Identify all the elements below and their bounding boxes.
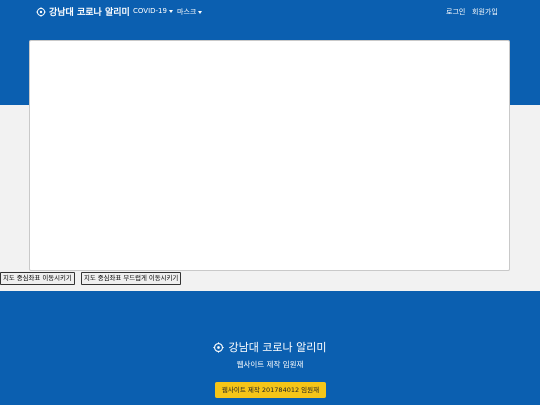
virus-icon: [36, 6, 46, 17]
map-container[interactable]: [29, 40, 510, 271]
login-link[interactable]: 로그인: [446, 7, 465, 17]
footer-title-row: 강남대 코로나 알리미: [0, 339, 540, 355]
nav-mask-dropdown[interactable]: 마스크: [177, 7, 203, 17]
nav-covid19-label: COVID-19: [133, 7, 167, 15]
brand-link[interactable]: 강남대 코로나 알리미: [36, 5, 130, 18]
credit-button[interactable]: 웹사이트 제작 201784012 임원재: [215, 382, 326, 398]
nav-mask-label: 마스크: [177, 8, 197, 16]
move-map-center-button[interactable]: 지도 중심좌표 이동시키기: [0, 272, 75, 285]
signup-link[interactable]: 회원가입: [472, 7, 498, 17]
footer-subtitle: 웹사이트 제작 임원재: [236, 360, 304, 369]
brand-name: 강남대 코로나 알리미: [49, 8, 130, 18]
nav-covid19-dropdown[interactable]: COVID-19: [133, 7, 173, 15]
chevron-down-icon: [198, 10, 203, 14]
pan-map-center-button[interactable]: 지도 중심좌표 부드럽게 이동시키기: [81, 272, 182, 285]
virus-icon: [213, 341, 225, 353]
navbar: 강남대 코로나 알리미 COVID-19 마스크 로그인 회원가입: [0, 0, 540, 24]
footer: 강남대 코로나 알리미 웹사이트 제작 임원재 웹사이트 제작 20178401…: [0, 291, 540, 405]
chevron-down-icon: [168, 9, 173, 13]
footer-title: 강남대 코로나 알리미: [228, 341, 327, 354]
